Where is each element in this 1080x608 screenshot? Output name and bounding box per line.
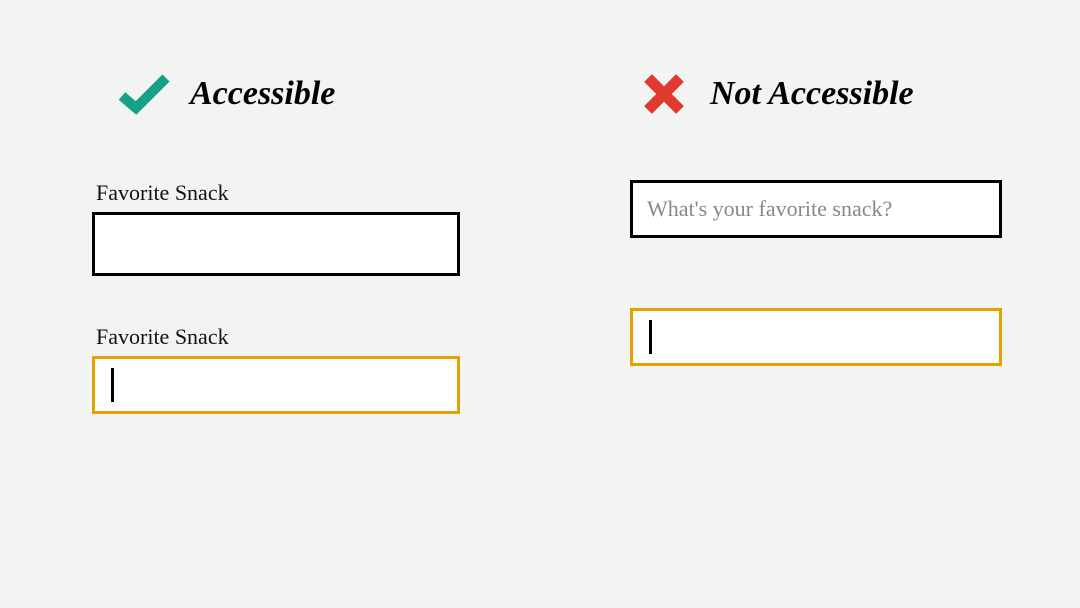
accessible-heading: Accessible xyxy=(190,75,335,113)
not-accessible-heading-row: Not Accessible xyxy=(616,72,1002,116)
text-caret-icon xyxy=(649,320,652,354)
comparison-columns: Accessible Favorite Snack Favorite Snack… xyxy=(0,0,1080,608)
accessible-field-focused: Favorite Snack xyxy=(92,324,460,414)
field-label: Favorite Snack xyxy=(92,180,460,206)
accessible-column: Accessible Favorite Snack Favorite Snack xyxy=(0,72,538,608)
text-input-focused[interactable] xyxy=(92,356,460,414)
accessible-heading-row: Accessible xyxy=(78,72,460,116)
not-accessible-column: Not Accessible What's your favorite snac… xyxy=(538,72,1080,608)
text-caret-icon xyxy=(111,368,114,402)
placeholder-text: What's your favorite snack? xyxy=(647,196,892,222)
accessible-field-unfocused: Favorite Snack xyxy=(92,180,460,276)
check-icon xyxy=(118,72,170,116)
not-accessible-heading: Not Accessible xyxy=(710,75,914,113)
x-icon xyxy=(638,72,690,116)
not-accessible-field-placeholder: What's your favorite snack? xyxy=(630,180,1002,238)
text-input-focused[interactable] xyxy=(630,308,1002,366)
text-input-with-placeholder[interactable]: What's your favorite snack? xyxy=(630,180,1002,238)
not-accessible-field-focused xyxy=(630,308,1002,366)
text-input[interactable] xyxy=(92,212,460,276)
field-label: Favorite Snack xyxy=(92,324,460,350)
